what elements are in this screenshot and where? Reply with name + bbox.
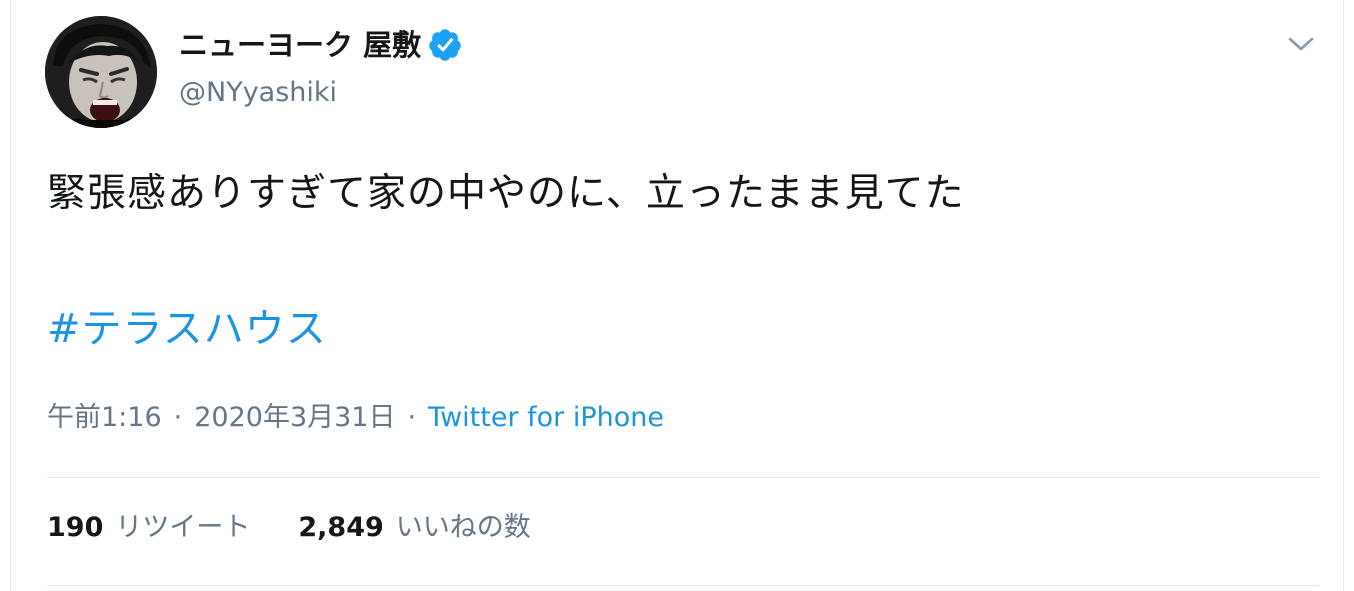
tweet-card: ニューヨーク 屋敷 @NYyashiki 緊張感ありすぎて家の中やのに、立ったま… — [10, 0, 1344, 591]
likes-label: いいねの数 — [395, 512, 531, 543]
chevron-down-icon — [1288, 37, 1314, 51]
user-display-name[interactable]: ニューヨーク 屋敷 — [179, 27, 463, 63]
retweets-stat[interactable]: 190 リツイート — [47, 508, 250, 548]
retweets-label: リツイート — [115, 512, 251, 543]
tweet-date[interactable]: 2020年3月31日 — [194, 400, 395, 436]
divider — [47, 585, 1319, 586]
meta-separator: · — [407, 402, 417, 433]
tweet-source-link[interactable]: Twitter for iPhone — [428, 400, 664, 436]
meta-separator: · — [173, 402, 183, 433]
tweet-metadata: 午前1:16 · 2020年3月31日 · Twitter for iPhone — [47, 400, 664, 436]
hashtag-link[interactable]: #テラスハウス — [47, 302, 327, 356]
likes-count: 2,849 — [298, 512, 384, 543]
tweet-menu-button[interactable] — [1279, 24, 1323, 64]
likes-stat[interactable]: 2,849 いいねの数 — [298, 508, 530, 548]
tweet-time[interactable]: 午前1:16 — [47, 400, 162, 436]
avatar-image — [45, 16, 157, 128]
user-handle[interactable]: @NYyashiki — [179, 76, 337, 110]
divider — [47, 477, 1319, 478]
tweet-stats: 190 リツイート 2,849 いいねの数 — [47, 508, 531, 548]
verified-badge-icon — [427, 27, 463, 63]
tweet-text: 緊張感ありすぎて家の中やのに、立ったまま見てた — [47, 171, 965, 216]
display-name-text[interactable]: ニューヨーク 屋敷 — [179, 27, 421, 63]
retweets-count: 190 — [47, 512, 104, 543]
avatar[interactable] — [45, 16, 157, 128]
